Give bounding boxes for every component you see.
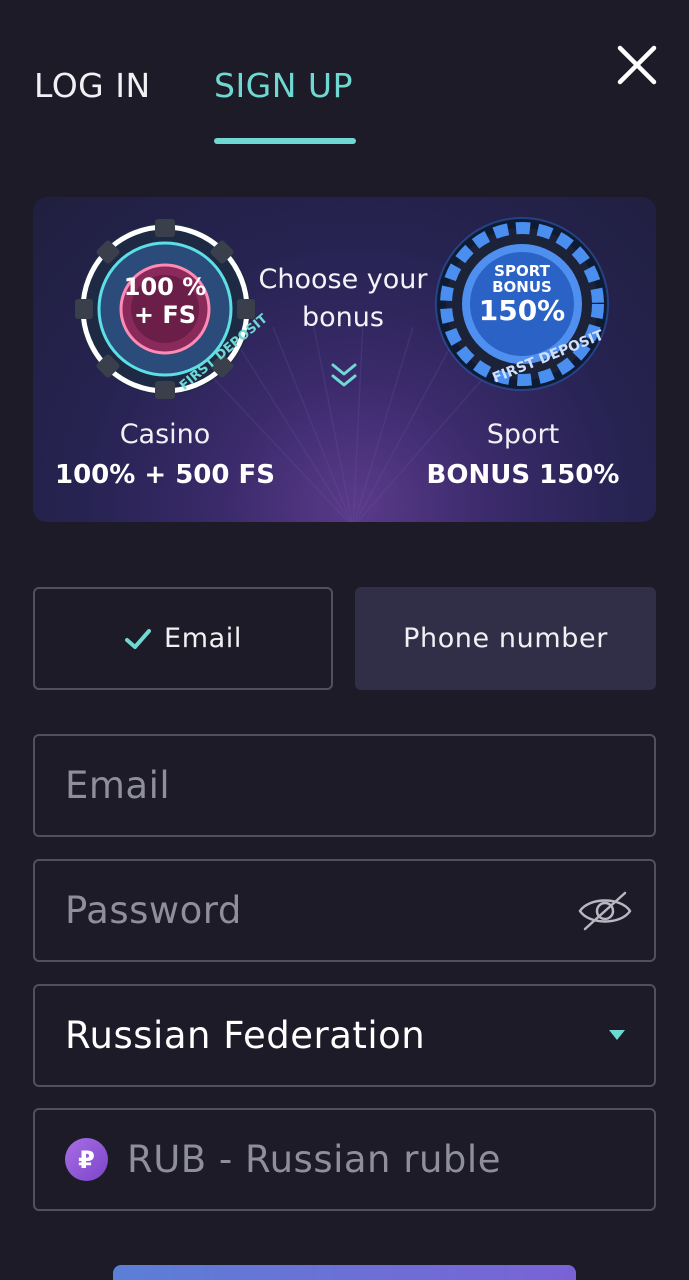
password-input[interactable] — [65, 861, 565, 960]
email-field — [33, 734, 656, 837]
close-icon — [617, 45, 657, 85]
banner-heading: Choose your bonus — [258, 264, 428, 333]
ruble-symbol: ₽ — [78, 1145, 95, 1174]
method-email-button[interactable]: Email — [33, 587, 333, 690]
sport-bonus-chip[interactable]: SPORT BONUS 150% FIRST DEPOSIT — [427, 209, 617, 399]
casino-chip-line2: + FS — [133, 301, 197, 329]
eye-off-icon[interactable] — [577, 889, 633, 933]
ruble-icon: ₽ — [65, 1138, 108, 1181]
email-input[interactable] — [65, 736, 565, 835]
sport-chip-text: SPORT BONUS 150% — [427, 263, 617, 327]
sport-bonus-label: Sport — [486, 419, 560, 450]
currency-select-value: RUB - Russian ruble — [127, 1138, 501, 1181]
close-button[interactable] — [612, 40, 662, 90]
casino-bonus-chip[interactable]: 100 % + FS FIRST DEPOSIT — [73, 217, 271, 401]
sport-bonus-value: BONUS 150% — [426, 460, 620, 490]
method-email-label: Email — [164, 623, 242, 654]
submit-button[interactable] — [113, 1265, 576, 1280]
casino-chip-line1: 100 % — [123, 273, 207, 301]
active-tab-indicator — [214, 138, 356, 144]
bonus-banner: 100 % + FS FIRST DEPOSIT Choose your bon… — [33, 197, 656, 522]
tab-signup[interactable]: SIGN UP — [214, 66, 353, 105]
casino-bonus-value: 100% + 500 FS — [54, 460, 276, 490]
sport-chip-line3: 150% — [478, 294, 566, 327]
casino-chip-text: 100 % + FS — [73, 273, 257, 329]
tab-login[interactable]: LOG IN — [34, 66, 151, 105]
method-phone-label: Phone number — [403, 623, 608, 654]
currency-select[interactable]: ₽ RUB - Russian ruble — [33, 1108, 656, 1211]
password-field — [33, 859, 656, 962]
sport-chip-line2: BONUS — [492, 278, 552, 296]
country-select-value: Russian Federation — [65, 1014, 426, 1057]
auth-tabs: LOG IN SIGN UP — [34, 60, 434, 150]
sport-chip-line1: SPORT — [494, 262, 550, 280]
check-icon — [125, 628, 152, 649]
casino-bonus-label: Casino — [119, 419, 211, 450]
caret-down-icon — [609, 1030, 625, 1040]
method-phone-button[interactable]: Phone number — [355, 587, 656, 690]
chevron-double-down-icon[interactable] — [329, 361, 359, 391]
country-select[interactable]: Russian Federation — [33, 984, 656, 1087]
